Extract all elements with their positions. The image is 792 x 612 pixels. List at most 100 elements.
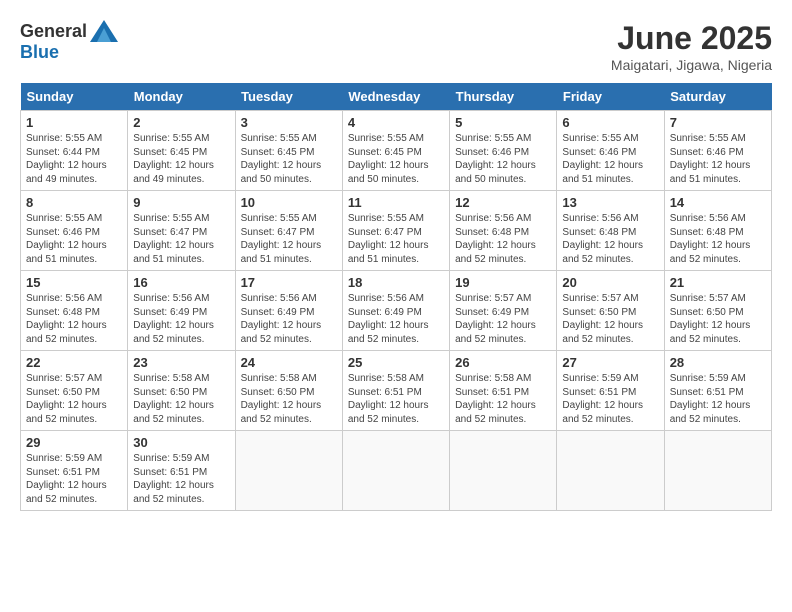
day-info: Sunrise: 5:55 AM Sunset: 6:45 PM Dayligh…: [348, 132, 444, 186]
table-row: [235, 431, 342, 511]
location: Maigatari, Jigawa, Nigeria: [611, 57, 772, 73]
day-info: Sunrise: 5:56 AM Sunset: 6:48 PM Dayligh…: [455, 212, 551, 266]
table-row: [557, 431, 664, 511]
table-row: 11Sunrise: 5:55 AM Sunset: 6:47 PM Dayli…: [342, 191, 449, 271]
day-number: 18: [348, 275, 444, 290]
page-header: General Blue June 2025 Maigatari, Jigawa…: [20, 20, 772, 73]
table-row: 26 Sunrise: 5:58 AM Sunset: 6:51 PM Dayli…: [450, 351, 557, 431]
table-row: 15 Sunrise: 5:56 AM Sunset: 6:48 PM Dayli…: [21, 271, 128, 351]
table-row: 24 Sunrise: 5:58 AM Sunset: 6:50 PM Dayli…: [235, 351, 342, 431]
table-row: 2Sunrise: 5:55 AM Sunset: 6:45 PM Daylig…: [128, 111, 235, 191]
day-info: Sunrise: 5:58 AM Sunset: 6:50 PM Dayligh…: [241, 372, 337, 426]
day-number: 24: [241, 355, 337, 370]
table-row: 18 Sunrise: 5:56 AM Sunset: 6:49 PM Dayli…: [342, 271, 449, 351]
day-info: Sunrise: 5:55 AM Sunset: 6:47 PM Dayligh…: [348, 212, 444, 266]
day-info: Sunrise: 5:58 AM Sunset: 6:51 PM Dayligh…: [455, 372, 551, 426]
col-sunday: Sunday: [21, 83, 128, 111]
table-row: [664, 431, 771, 511]
month-title: June 2025: [611, 20, 772, 57]
day-info: Sunrise: 5:56 AM Sunset: 6:49 PM Dayligh…: [133, 292, 229, 346]
table-row: 8 Sunrise: 5:55 AM Sunset: 6:46 PM Daylig…: [21, 191, 128, 271]
day-number: 1: [26, 115, 122, 130]
table-row: 5 Sunrise: 5:55 AM Sunset: 6:46 PM Daylig…: [450, 111, 557, 191]
day-info: Sunrise: 5:55 AM Sunset: 6:47 PM Dayligh…: [133, 212, 229, 266]
day-number: 10: [241, 195, 337, 210]
day-info: Sunrise: 5:57 AM Sunset: 6:50 PM Dayligh…: [670, 292, 766, 346]
table-row: 19Sunrise: 5:57 AM Sunset: 6:49 PM Dayli…: [450, 271, 557, 351]
day-info: Sunrise: 5:55 AM Sunset: 6:47 PM Dayligh…: [241, 212, 337, 266]
table-row: 9 Sunrise: 5:55 AM Sunset: 6:47 PM Daylig…: [128, 191, 235, 271]
day-number: 14: [670, 195, 766, 210]
day-number: 8: [26, 195, 122, 210]
day-info: Sunrise: 5:55 AM Sunset: 6:45 PM Dayligh…: [241, 132, 337, 186]
day-number: 26: [455, 355, 551, 370]
table-row: 16 Sunrise: 5:56 AM Sunset: 6:49 PM Dayli…: [128, 271, 235, 351]
day-info: Sunrise: 5:55 AM Sunset: 6:44 PM Dayligh…: [26, 132, 122, 186]
col-saturday: Saturday: [664, 83, 771, 111]
day-info: Sunrise: 5:56 AM Sunset: 6:48 PM Dayligh…: [26, 292, 122, 346]
day-number: 5: [455, 115, 551, 130]
table-row: 17Sunrise: 5:56 AM Sunset: 6:49 PM Dayli…: [235, 271, 342, 351]
day-info: Sunrise: 5:55 AM Sunset: 6:45 PM Dayligh…: [133, 132, 229, 186]
day-info: Sunrise: 5:57 AM Sunset: 6:49 PM Dayligh…: [455, 292, 551, 346]
day-number: 6: [562, 115, 658, 130]
day-number: 17: [241, 275, 337, 290]
day-number: 13: [562, 195, 658, 210]
table-row: 12 Sunrise: 5:56 AM Sunset: 6:48 PM Dayli…: [450, 191, 557, 271]
day-info: Sunrise: 5:56 AM Sunset: 6:49 PM Dayligh…: [348, 292, 444, 346]
day-info: Sunrise: 5:55 AM Sunset: 6:46 PM Dayligh…: [670, 132, 766, 186]
day-number: 15: [26, 275, 122, 290]
table-row: 10 Sunrise: 5:55 AM Sunset: 6:47 PM Dayli…: [235, 191, 342, 271]
day-number: 3: [241, 115, 337, 130]
day-number: 7: [670, 115, 766, 130]
calendar-table: Sunday Monday Tuesday Wednesday Thursday…: [20, 83, 772, 511]
table-row: 6 Sunrise: 5:55 AM Sunset: 6:46 PM Daylig…: [557, 111, 664, 191]
day-number: 9: [133, 195, 229, 210]
day-number: 27: [562, 355, 658, 370]
day-info: Sunrise: 5:59 AM Sunset: 6:51 PM Dayligh…: [670, 372, 766, 426]
day-number: 30: [133, 435, 229, 450]
table-row: 1 Sunrise: 5:55 AM Sunset: 6:44 PM Daylig…: [21, 111, 128, 191]
day-number: 28: [670, 355, 766, 370]
table-row: [342, 431, 449, 511]
day-info: Sunrise: 5:56 AM Sunset: 6:48 PM Dayligh…: [562, 212, 658, 266]
day-info: Sunrise: 5:55 AM Sunset: 6:46 PM Dayligh…: [455, 132, 551, 186]
logo-general: General: [20, 21, 87, 42]
logo: General Blue: [20, 20, 118, 63]
day-number: 12: [455, 195, 551, 210]
day-number: 22: [26, 355, 122, 370]
day-info: Sunrise: 5:55 AM Sunset: 6:46 PM Dayligh…: [562, 132, 658, 186]
table-row: 21 Sunrise: 5:57 AM Sunset: 6:50 PM Dayli…: [664, 271, 771, 351]
day-number: 16: [133, 275, 229, 290]
table-row: 30 Sunrise: 5:59 AM Sunset: 6:51 PM Dayli…: [128, 431, 235, 511]
col-monday: Monday: [128, 83, 235, 111]
table-row: 25Sunrise: 5:58 AM Sunset: 6:51 PM Dayli…: [342, 351, 449, 431]
day-number: 20: [562, 275, 658, 290]
day-info: Sunrise: 5:59 AM Sunset: 6:51 PM Dayligh…: [133, 452, 229, 506]
logo-icon: [90, 20, 118, 42]
day-number: 25: [348, 355, 444, 370]
table-row: 27 Sunrise: 5:59 AM Sunset: 6:51 PM Dayli…: [557, 351, 664, 431]
day-info: Sunrise: 5:59 AM Sunset: 6:51 PM Dayligh…: [26, 452, 122, 506]
col-friday: Friday: [557, 83, 664, 111]
table-row: 29Sunrise: 5:59 AM Sunset: 6:51 PM Dayli…: [21, 431, 128, 511]
table-row: 22 Sunrise: 5:57 AM Sunset: 6:50 PM Dayli…: [21, 351, 128, 431]
day-number: 4: [348, 115, 444, 130]
day-info: Sunrise: 5:57 AM Sunset: 6:50 PM Dayligh…: [26, 372, 122, 426]
table-row: 14Sunrise: 5:56 AM Sunset: 6:48 PM Dayli…: [664, 191, 771, 271]
day-info: Sunrise: 5:58 AM Sunset: 6:50 PM Dayligh…: [133, 372, 229, 426]
table-row: 23Sunrise: 5:58 AM Sunset: 6:50 PM Dayli…: [128, 351, 235, 431]
day-number: 21: [670, 275, 766, 290]
day-info: Sunrise: 5:55 AM Sunset: 6:46 PM Dayligh…: [26, 212, 122, 266]
table-row: 28 Sunrise: 5:59 AM Sunset: 6:51 PM Dayli…: [664, 351, 771, 431]
day-info: Sunrise: 5:57 AM Sunset: 6:50 PM Dayligh…: [562, 292, 658, 346]
table-row: [450, 431, 557, 511]
title-block: June 2025 Maigatari, Jigawa, Nigeria: [611, 20, 772, 73]
logo-blue: Blue: [20, 42, 59, 63]
col-wednesday: Wednesday: [342, 83, 449, 111]
table-row: 20 Sunrise: 5:57 AM Sunset: 6:50 PM Dayli…: [557, 271, 664, 351]
day-info: Sunrise: 5:59 AM Sunset: 6:51 PM Dayligh…: [562, 372, 658, 426]
table-row: 3 Sunrise: 5:55 AM Sunset: 6:45 PM Daylig…: [235, 111, 342, 191]
table-row: 13 Sunrise: 5:56 AM Sunset: 6:48 PM Dayli…: [557, 191, 664, 271]
table-row: 7 Sunrise: 5:55 AM Sunset: 6:46 PM Daylig…: [664, 111, 771, 191]
